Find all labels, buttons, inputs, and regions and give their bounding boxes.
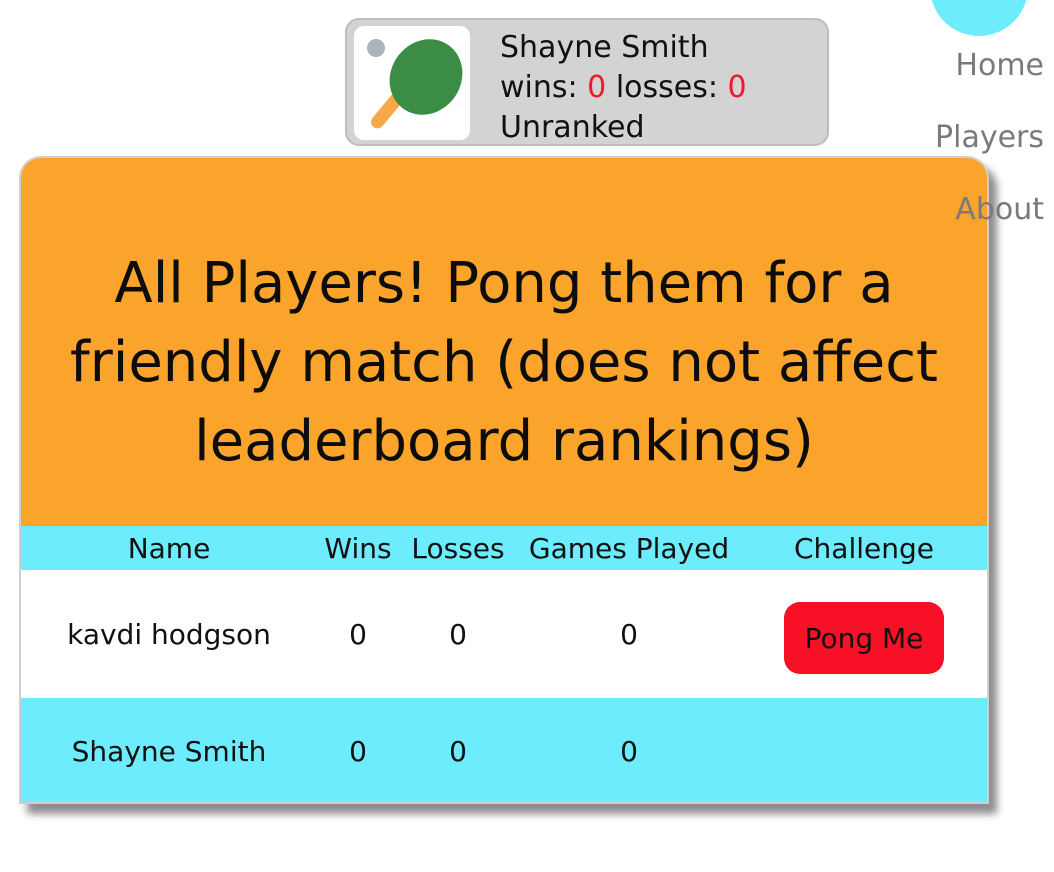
players-panel: All Players! Pong them for a friendly ma… — [19, 156, 989, 804]
player-name: kavdi hodgson — [21, 570, 317, 698]
table-header-row: Name Wins Losses Games Played Challenge — [21, 526, 987, 570]
player-wins: 0 — [317, 698, 399, 802]
column-header-name: Name — [21, 526, 317, 570]
wins-label: wins: — [500, 70, 578, 105]
table-row: Shayne Smith 0 0 0 — [21, 698, 987, 802]
column-header-challenge: Challenge — [741, 526, 987, 570]
losses-label: losses: — [615, 70, 718, 105]
user-name: Shayne Smith — [500, 30, 709, 65]
losses-count: 0 — [727, 70, 747, 105]
user-rank: Unranked — [500, 110, 645, 145]
player-losses: 0 — [399, 698, 517, 802]
user-record: wins: 0 losses: 0 — [500, 68, 747, 108]
player-games-played: 0 — [517, 698, 741, 802]
column-header-losses: Losses — [399, 526, 517, 570]
menu-circle[interactable] — [930, 0, 1028, 36]
panel-header: All Players! Pong them for a friendly ma… — [21, 158, 987, 526]
nav-players-link[interactable]: Players — [935, 120, 1044, 155]
player-wins: 0 — [317, 570, 399, 698]
pong-me-button[interactable]: Pong Me — [784, 602, 944, 674]
table-row: kavdi hodgson 0 0 0 Pong Me — [21, 570, 987, 698]
player-games-played: 0 — [517, 570, 741, 698]
wins-count: 0 — [587, 70, 607, 105]
players-table: Name Wins Losses Games Played Challenge … — [21, 526, 987, 802]
nav-home-link[interactable]: Home — [955, 48, 1044, 83]
player-losses: 0 — [399, 570, 517, 698]
challenge-cell — [741, 698, 987, 802]
column-header-games-played: Games Played — [517, 526, 741, 570]
nav-about-link[interactable]: About — [955, 192, 1044, 227]
user-info: Shayne Smith wins: 0 losses: 0 Unranked — [500, 28, 747, 148]
challenge-cell: Pong Me — [741, 570, 987, 698]
ping-pong-paddle-icon — [367, 39, 463, 129]
avatar — [354, 26, 470, 140]
column-header-wins: Wins — [317, 526, 399, 570]
player-name: Shayne Smith — [21, 698, 317, 802]
page-title: All Players! Pong them for a friendly ma… — [70, 250, 938, 474]
user-card: Shayne Smith wins: 0 losses: 0 Unranked — [345, 18, 829, 146]
